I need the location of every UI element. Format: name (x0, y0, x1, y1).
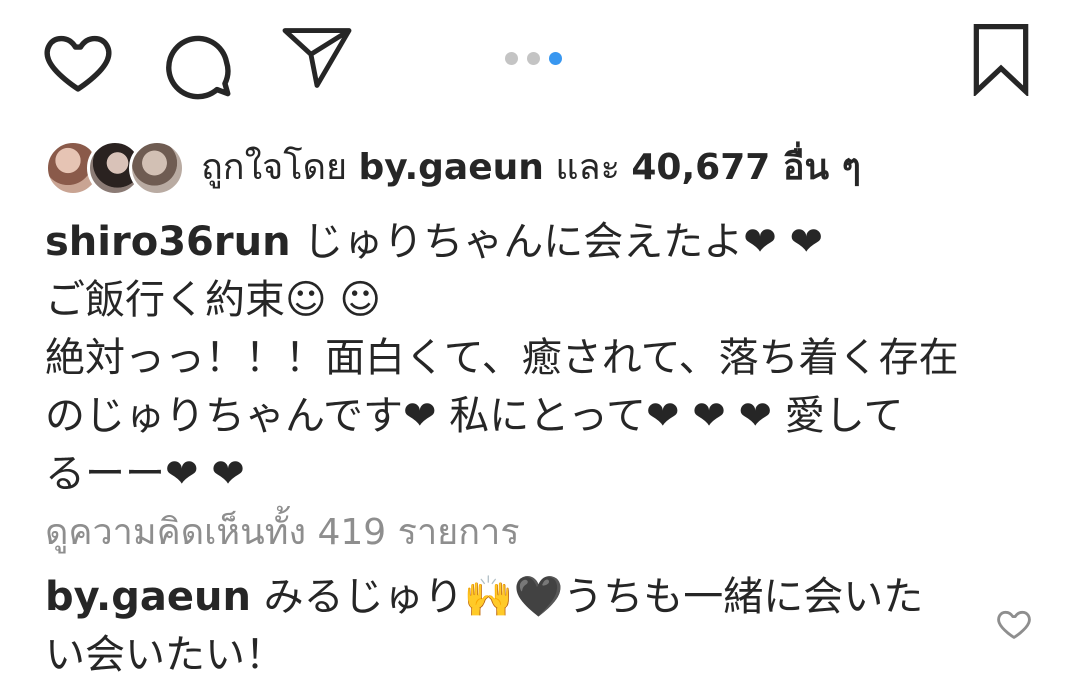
comment-line: by.gaeun みるじゅり🙌🖤うちも一緒に会いた (45, 568, 945, 626)
carousel-indicator (505, 52, 562, 65)
comment-line: い会いたい！ (45, 632, 285, 678)
bookmark-icon[interactable] (970, 22, 1032, 96)
caption-username[interactable]: shiro36run (45, 219, 291, 265)
carousel-dot-active (549, 52, 562, 65)
likes-suffix[interactable]: อื่น ๆ (770, 147, 861, 188)
carousel-dot (527, 52, 540, 65)
comment: by.gaeun みるじゅり🙌🖤うちも一緒に会いた い会いたい！ (45, 568, 945, 684)
liker-username[interactable]: by.gaeun (359, 147, 544, 188)
post-caption: shiro36run じゅりちゃんに会えたよ❤ ❤ ご飯行く約束☺ ☺ 絶対っっ… (45, 213, 1035, 503)
paper-plane-icon[interactable] (280, 26, 354, 90)
likes-text: ถูกใจโดย by.gaeun และ 40,677 อื่น ๆ (201, 138, 861, 198)
liker-avatars (45, 140, 185, 196)
comment-heart-icon[interactable] (995, 605, 1033, 643)
view-all-comments-link[interactable]: ดูความคิดเห็นทั้ง 419 รายการ (45, 508, 520, 558)
caption-line: ご飯行く約束☺ ☺ (45, 277, 382, 323)
likes-prefix: ถูกใจโดย (201, 147, 359, 188)
caption-line: るーー❤ ❤ (45, 451, 245, 497)
heart-outline-icon[interactable] (40, 24, 116, 100)
likes-summary[interactable]: ถูกใจโดย by.gaeun และ 40,677 อื่น ๆ (45, 138, 861, 198)
caption-line: shiro36run じゅりちゃんに会えたよ❤ ❤ (45, 213, 1035, 271)
caption-line: のじゅりちゃんです❤ 私にとって❤ ❤ ❤ 愛して (45, 393, 904, 439)
likes-and: และ (543, 147, 632, 188)
caption-line: 絶対っっ！！！面白くて、癒されて、落ち着く存在 (45, 335, 959, 381)
caption-text: じゅりちゃんに会えたよ❤ ❤ (290, 219, 824, 265)
comment-username[interactable]: by.gaeun (45, 574, 251, 620)
speech-bubble-icon[interactable] (160, 24, 236, 100)
carousel-dot (505, 52, 518, 65)
likes-count[interactable]: 40,677 (631, 147, 770, 188)
comment-text: みるじゅり🙌🖤うちも一緒に会いた (250, 574, 924, 620)
action-bar (0, 0, 1072, 120)
avatar (129, 140, 185, 196)
